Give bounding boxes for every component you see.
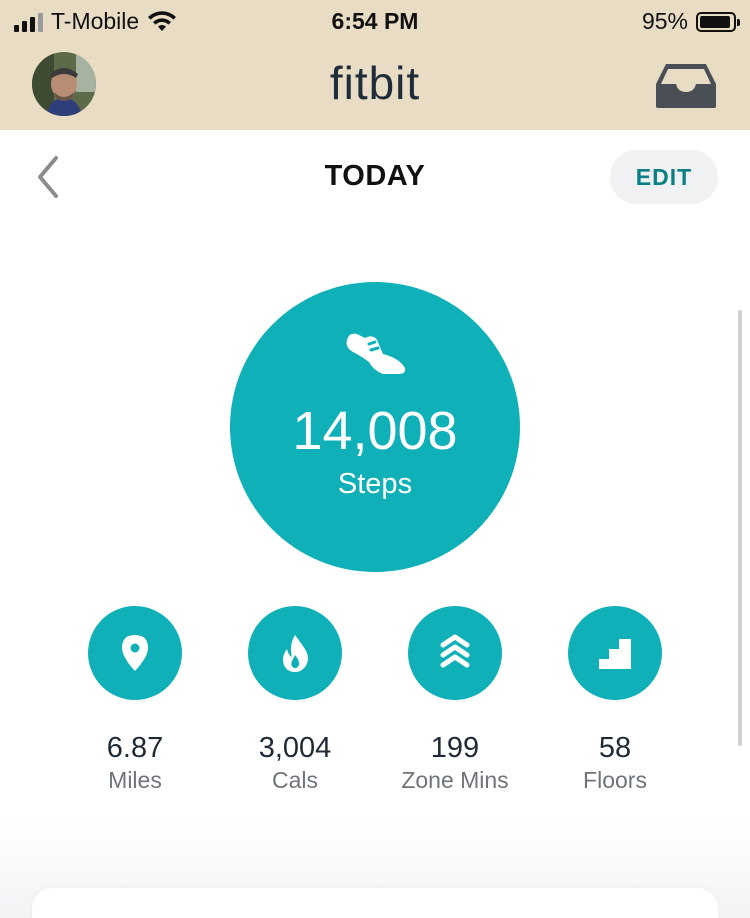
stat-label: Miles bbox=[108, 767, 162, 793]
edit-button[interactable]: EDIT bbox=[610, 150, 718, 204]
stat-cals[interactable]: 3,004 Cals bbox=[205, 606, 385, 794]
page-header: TODAY EDIT bbox=[0, 130, 750, 226]
location-pin-icon bbox=[122, 635, 148, 671]
stat-zone-mins[interactable]: 199 Zone Mins bbox=[365, 606, 545, 794]
flame-icon bbox=[283, 635, 308, 672]
scrollbar[interactable] bbox=[738, 310, 742, 746]
status-time: 6:54 PM bbox=[331, 8, 419, 34]
battery-icon bbox=[696, 11, 740, 32]
stat-value: 3,004 bbox=[258, 732, 332, 764]
shoe-icon bbox=[346, 333, 406, 374]
stat-value: 199 bbox=[430, 732, 480, 764]
battery-percent: 95% bbox=[641, 8, 688, 34]
fitbit-logo: fitbit bbox=[329, 57, 421, 109]
next-card[interactable] bbox=[32, 888, 718, 918]
battery-fill bbox=[700, 15, 731, 28]
stat-value: 58 bbox=[598, 732, 632, 764]
steps-label: Steps bbox=[337, 468, 413, 500]
battery-indicator: 95% bbox=[641, 8, 740, 35]
stat-miles[interactable]: 6.87 Miles bbox=[45, 606, 225, 794]
stat-floors-circle bbox=[568, 606, 662, 700]
steps-tile[interactable]: 14,008 Steps bbox=[230, 282, 520, 572]
stat-miles-circle bbox=[88, 606, 182, 700]
stat-zone-mins-circle bbox=[408, 606, 502, 700]
stat-label: Cals bbox=[271, 767, 318, 793]
zone-chevrons-icon bbox=[440, 634, 470, 668]
stairs-icon bbox=[599, 639, 631, 669]
inbox-icon[interactable] bbox=[654, 62, 718, 110]
stat-label: Zone Mins bbox=[401, 767, 509, 793]
stat-value: 6.87 bbox=[106, 732, 164, 764]
stat-label: Floors bbox=[583, 767, 647, 793]
stat-cals-circle bbox=[248, 606, 342, 700]
steps-value: 14,008 bbox=[292, 401, 458, 461]
stat-floors[interactable]: 58 Floors bbox=[525, 606, 705, 794]
status-bar: T-Mobile 6:54 PM 95% bbox=[0, 0, 750, 42]
